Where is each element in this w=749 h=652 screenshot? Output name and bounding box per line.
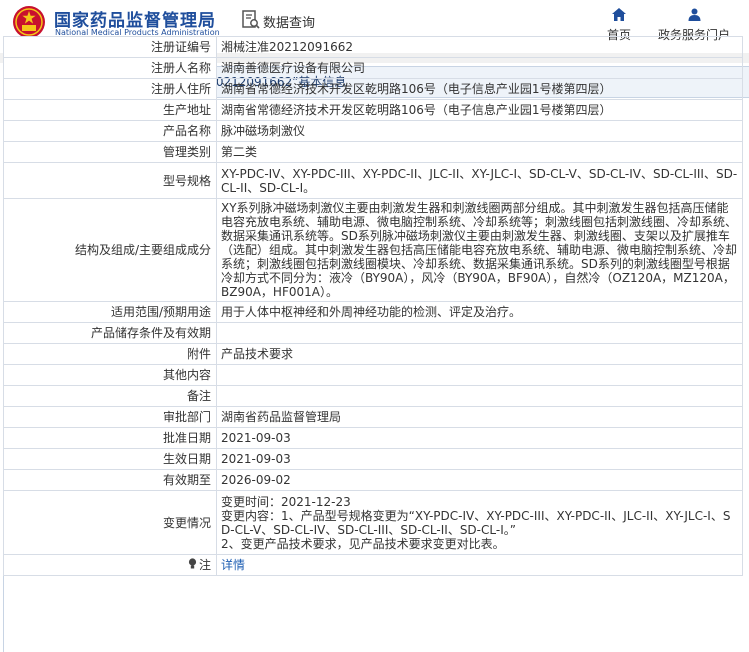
row-label: 备注 [3, 385, 217, 407]
row-label: 生产地址 [3, 99, 217, 121]
table-row: 批准日期 2021-09-03 [3, 427, 743, 449]
info-bulb-icon [188, 558, 197, 569]
table-row: 产品名称 脉冲磁场刺激仪 [3, 120, 743, 142]
table-row: 适用范围/预期用途 用于人体中枢神经和外周神经功能的检测、评定及治疗。 [3, 301, 743, 323]
row-label: 有效期至 [3, 469, 217, 491]
row-label: 产品储存条件及有效期 [3, 322, 217, 344]
table-row: 变更情况 变更时间：2021-12-23 变更内容：1、产品型号规格变更为“XY… [3, 490, 743, 555]
table-row: 注册证编号 湘械注准20212091662 [3, 36, 743, 58]
note-value-cell: 详情 [216, 554, 743, 576]
table-row: 注册人名称 湖南善德医疗设备有限公司 [3, 57, 743, 79]
table-row: 附件 产品技术要求 [3, 343, 743, 365]
row-value: 2026-09-02 [216, 469, 743, 491]
row-label: 其他内容 [3, 364, 217, 386]
row-value: 第二类 [216, 141, 743, 163]
table-row: 有效期至 2026-09-02 [3, 469, 743, 491]
row-label: 型号规格 [3, 162, 217, 199]
row-value: 用于人体中枢神经和外周神经功能的检测、评定及治疗。 [216, 301, 743, 323]
national-emblem-icon[interactable] [12, 5, 46, 39]
row-label: 注册人住所 [3, 78, 217, 100]
table-row: 生产地址 湖南省常德经济技术开发区乾明路106号（电子信息产业园1号楼第四层） [3, 99, 743, 121]
row-label: 变更情况 [3, 490, 217, 555]
details-link[interactable]: 详情 [221, 558, 245, 572]
row-value: 脉冲磁场刺激仪 [216, 120, 743, 142]
table-row: 管理类别 第二类 [3, 141, 743, 163]
table-row: 备注 [3, 385, 743, 407]
row-label: 生效日期 [3, 448, 217, 470]
home-icon [612, 8, 626, 21]
change-content-2: 2、变更产品技术要求，见产品技术要求变更对比表。 [221, 536, 505, 551]
row-value: 产品技术要求 [216, 343, 743, 365]
document-search-icon [242, 10, 260, 29]
row-value: 湖南善德医疗设备有限公司 [216, 57, 743, 79]
row-label: 结构及组成/主要组成成分 [3, 198, 217, 302]
row-value [216, 322, 743, 344]
table-row: 结构及组成/主要组成成分 XY系列脉冲磁场刺激仪主要由刺激发生器和刺激线圈两部分组… [3, 198, 743, 302]
row-value: 2021-09-03 [216, 448, 743, 470]
row-label: 注 [198, 558, 211, 572]
row-label: 审批部门 [3, 406, 217, 428]
data-query-label: 数据查询 [263, 16, 316, 31]
table-row: 审批部门 湖南省药品监督管理局 [3, 406, 743, 428]
change-time: 变更时间：2021-12-23 [221, 494, 351, 509]
registration-info-table: 注册证编号 湘械注准20212091662 注册人名称 湖南善德医疗设备有限公司 注… [3, 36, 743, 576]
table-row: 注 详情 [3, 554, 743, 576]
change-content: 变更内容：1、产品型号规格变更为“XY-PDC-IV、XY-PDC-III、XY… [221, 508, 731, 537]
table-row: 其他内容 [3, 364, 743, 386]
row-value: 湖南省常德经济技术开发区乾明路106号（电子信息产业园1号楼第四层） [216, 78, 743, 100]
row-label: 注册证编号 [3, 36, 217, 58]
row-value [216, 385, 743, 407]
row-value: 湖南省常德经济技术开发区乾明路106号（电子信息产业园1号楼第四层） [216, 99, 743, 121]
row-value: XY系列脉冲磁场刺激仪主要由刺激发生器和刺激线圈两部分组成。其中刺激发生器包括高… [216, 198, 743, 302]
row-label: 产品名称 [3, 120, 217, 142]
table-row: 产品储存条件及有效期 [3, 322, 743, 344]
row-label: 适用范围/预期用途 [3, 301, 217, 323]
row-value: 湖南省药品监督管理局 [216, 406, 743, 428]
row-label: 管理类别 [3, 141, 217, 163]
row-value: 湘械注准20212091662 [216, 36, 743, 58]
row-value: 2021-09-03 [216, 427, 743, 449]
table-row: 型号规格 XY-PDC-IV、XY-PDC-III、XY-PDC-II、JLC-I… [3, 162, 743, 199]
table-row: 生效日期 2021-09-03 [3, 448, 743, 470]
table-row: 注册人住所 湖南省常德经济技术开发区乾明路106号（电子信息产业园1号楼第四层） [3, 78, 743, 100]
note-label-cell: 注 [3, 554, 217, 576]
row-label: 注册人名称 [3, 57, 217, 79]
row-value [216, 364, 743, 386]
user-icon [688, 8, 700, 21]
row-label: 附件 [3, 343, 217, 365]
row-value: XY-PDC-IV、XY-PDC-III、XY-PDC-II、JLC-II、XY… [216, 162, 743, 199]
row-label: 批准日期 [3, 427, 217, 449]
change-history-value: 变更时间：2021-12-23 变更内容：1、产品型号规格变更为“XY-PDC-… [216, 490, 743, 555]
